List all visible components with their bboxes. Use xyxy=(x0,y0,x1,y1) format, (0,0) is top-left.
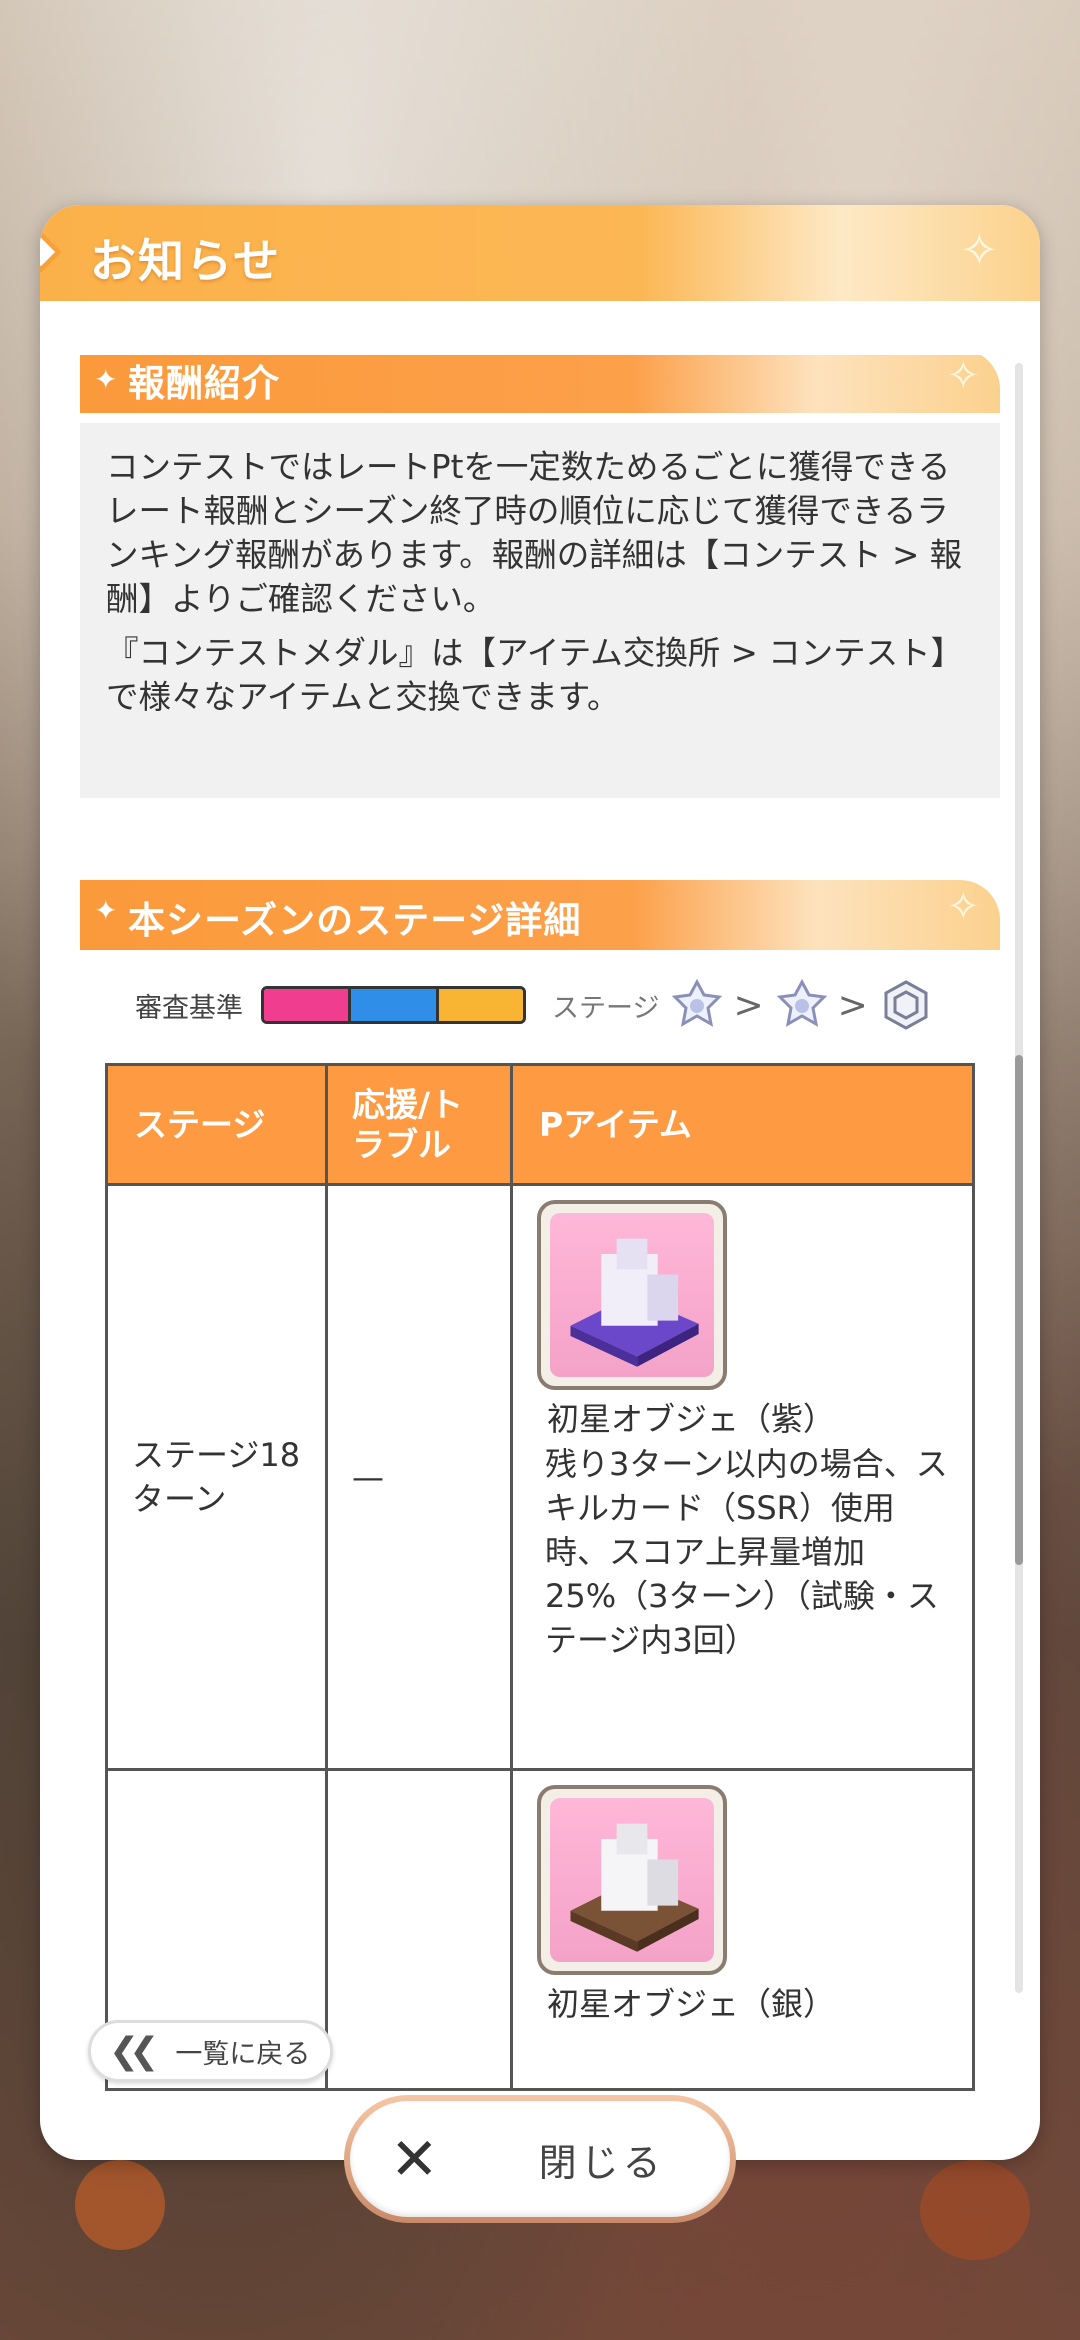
star-icon: ✦ xyxy=(94,363,118,396)
table-row: ステージ18ターン — 初星オブジェ（紫） 残り3ターン以内の場合、スキルカード… xyxy=(105,1183,975,1771)
item-thumbnail[interactable] xyxy=(537,1785,727,1975)
item-thumbnail[interactable] xyxy=(537,1200,727,1390)
header-diamond-icon xyxy=(40,230,63,274)
criteria-bar xyxy=(261,986,526,1024)
item-cell: 初星オブジェ（銀） xyxy=(510,1768,975,2091)
reward-paragraph: 『コンテストメダル』は【アイテム交換所 > コンテスト】で様々なアイテムと交換で… xyxy=(106,634,964,716)
arrow-label: > xyxy=(733,984,764,1026)
dialog-header: お知らせ ✧ xyxy=(40,205,1040,301)
double-chevron-left-icon: ❮❮ xyxy=(109,2030,159,2072)
criteria-visual-segment xyxy=(435,989,523,1021)
stage-progression-label: ステージ xyxy=(552,992,660,1024)
reward-info-box: コンテストではレートPtを一定数ためるごとに獲得できるレート報酬とシーズン終了時… xyxy=(80,423,1000,798)
stage-table: ステージ 応援/トラブル Pアイテム ステージ18ターン — 初星オブジェ（紫）… xyxy=(105,1063,975,2091)
notice-content[interactable]: ✦ 報酬紹介 ✧ コンテストではレートPtを一定数ためるごとに獲得できるレート報… xyxy=(40,355,1040,2145)
stage-cell: ステージ18ターン xyxy=(105,1183,328,1771)
item-cell: 初星オブジェ（紫） 残り3ターン以内の場合、スキルカード（SSR）使用時、スコア… xyxy=(510,1183,975,1771)
silver-object-image xyxy=(550,1798,714,1962)
star-icon: ✦ xyxy=(94,894,118,927)
object-figure-icon xyxy=(570,1238,699,1367)
final-stage-gem-icon xyxy=(884,980,928,1030)
item-name: 初星オブジェ（銀） xyxy=(547,1985,836,2023)
stage-section-header: ✦ 本シーズンのステージ詳細 ✧ xyxy=(80,880,1000,950)
close-button[interactable]: ✕ 閉じる xyxy=(344,2095,736,2223)
dialog-title: お知らせ xyxy=(90,234,282,288)
table-header-support: 応援/トラブル xyxy=(325,1063,513,1186)
background-button-left xyxy=(75,2160,165,2250)
criteria-row: 審査基準 ステージ > > xyxy=(135,975,995,1035)
stage-section-title: 本シーズンのステージ詳細 xyxy=(128,899,582,942)
support-cell: — xyxy=(325,1183,513,1771)
sparkle-icon: ✧ xyxy=(946,355,980,399)
stage-gem-icon xyxy=(776,979,827,1027)
arrow-label: > xyxy=(837,984,868,1026)
close-icon: ✕ xyxy=(390,2125,439,2193)
criteria-dance-segment xyxy=(348,989,436,1021)
support-cell xyxy=(325,1768,513,2091)
sparkle-icon: ✧ xyxy=(946,884,980,930)
item-name: 初星オブジェ（紫） xyxy=(547,1400,836,1438)
reward-section-header: ✦ 報酬紹介 ✧ xyxy=(80,355,1000,413)
table-header-stage: ステージ xyxy=(105,1063,328,1186)
item-description: 残り3ターン以内の場合、スキルカード（SSR）使用時、スコア上昇量増加25%（3… xyxy=(545,1445,948,1659)
object-figure-icon xyxy=(570,1823,699,1952)
background-button-right xyxy=(920,2160,1030,2260)
stage-gem-icon xyxy=(672,979,723,1027)
back-to-list-label: 一覧に戻る xyxy=(175,2038,311,2070)
sparkle-icon: ✧ xyxy=(960,223,999,277)
back-to-list-button[interactable]: ❮❮ 一覧に戻る xyxy=(88,2020,333,2082)
criteria-label: 審査基準 xyxy=(135,992,243,1024)
criteria-vocal-segment xyxy=(264,989,349,1021)
close-label: 閉じる xyxy=(538,2140,665,2185)
reward-paragraph: コンテストではレートPtを一定数ためるごとに獲得できるレート報酬とシーズン終了時… xyxy=(106,448,963,618)
purple-object-image xyxy=(550,1213,714,1377)
table-header-item: Pアイテム xyxy=(510,1063,975,1186)
notice-dialog: お知らせ ✧ ✦ 報酬紹介 ✧ コンテストではレートPtを一定数ためるごとに獲得… xyxy=(40,205,1040,2160)
reward-section-title: 報酬紹介 xyxy=(128,362,280,405)
